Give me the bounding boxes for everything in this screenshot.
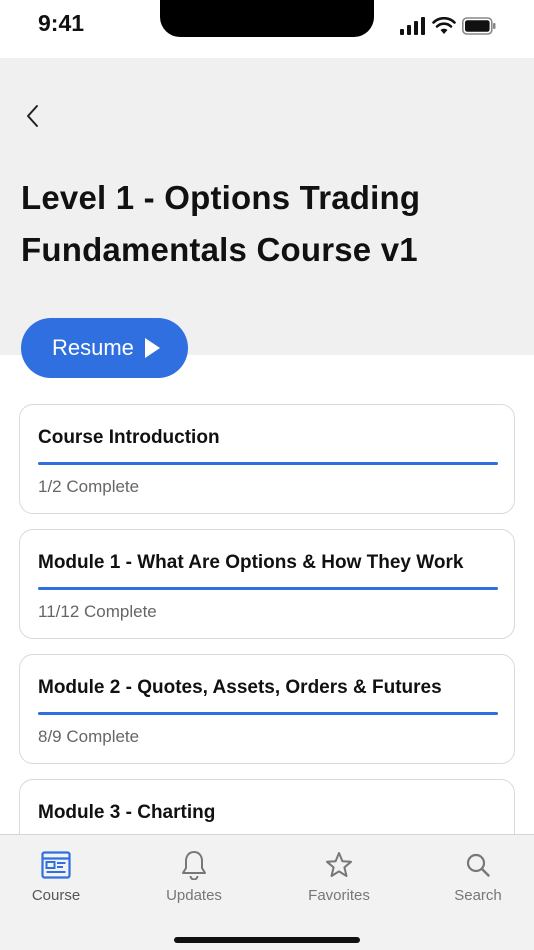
tab-bar: Course Updates Favorites Search [0, 834, 534, 950]
module-status: 1/2 Complete [38, 477, 140, 496]
tab-search[interactable]: Search [428, 849, 528, 904]
module-progress-bar [38, 462, 498, 465]
module-card-module-3[interactable]: Module 3 - Charting [19, 779, 515, 834]
play-icon [144, 338, 160, 358]
module-status: 11/12 Complete [38, 602, 157, 621]
module-card-module-2[interactable]: Module 2 - Quotes, Assets, Orders & Futu… [19, 654, 515, 764]
module-title: Module 2 - Quotes, Assets, Orders & Futu… [38, 677, 442, 698]
module-title: Course Introduction [38, 427, 220, 448]
star-icon [323, 849, 355, 881]
device-notch [160, 0, 374, 37]
status-time: 9:41 [38, 10, 85, 36]
tab-label: Updates [166, 887, 222, 904]
module-card-module-1[interactable]: Module 1 - What Are Options & How They W… [19, 529, 515, 639]
cellular-signal-icon [400, 17, 425, 35]
tab-course[interactable]: Course [6, 849, 106, 904]
tab-favorites[interactable]: Favorites [289, 849, 389, 904]
module-status: 8/9 Complete [38, 727, 140, 746]
search-icon [462, 849, 494, 881]
back-button[interactable] [18, 100, 46, 132]
wifi-icon [432, 17, 456, 34]
tab-label: Favorites [308, 887, 370, 904]
module-progress-fill [38, 712, 498, 715]
module-title: Module 3 - Charting [38, 802, 216, 823]
home-indicator [174, 937, 360, 943]
chevron-left-icon [27, 105, 38, 127]
module-progress-bar [38, 587, 498, 590]
tab-label: Search [454, 887, 502, 904]
module-card-course-introduction[interactable]: Course Introduction 1/2 Complete [19, 404, 515, 514]
battery-icon [462, 17, 496, 35]
course-icon [40, 849, 72, 881]
module-list: Course Introduction 1/2 Complete Module … [19, 404, 515, 834]
resume-button-label: Resume [52, 335, 134, 360]
status-bar: 9:41 [0, 0, 534, 58]
module-progress-fill [38, 462, 498, 465]
bell-icon [178, 849, 210, 881]
page-title: Level 1 - Options Trading Fundamentals C… [21, 179, 421, 268]
module-progress-bar [38, 712, 498, 715]
module-title: Module 1 - What Are Options & How They W… [38, 552, 464, 573]
module-progress-fill [38, 587, 498, 590]
status-icons [400, 16, 496, 36]
resume-button[interactable]: Resume [21, 318, 188, 378]
tab-label: Course [31, 887, 81, 904]
tab-updates[interactable]: Updates [144, 849, 244, 904]
